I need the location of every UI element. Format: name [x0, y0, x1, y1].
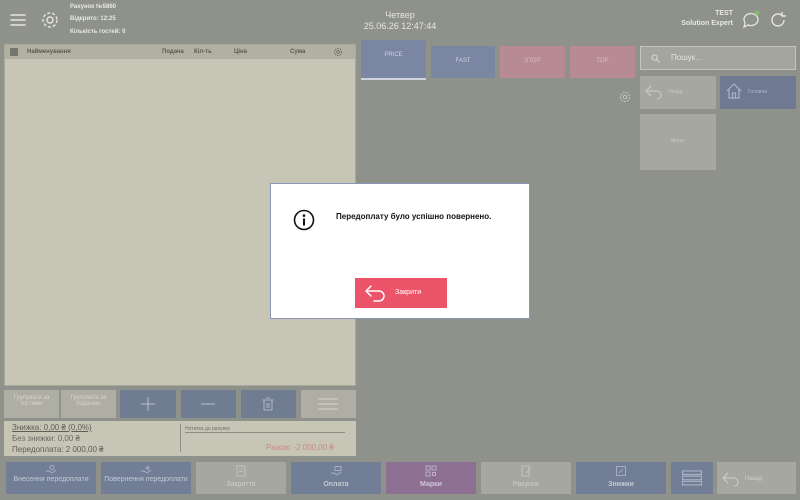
order-table-header: Найменування Подача Кіл-ть Ціна Сума: [5, 45, 355, 59]
tab-fast[interactable]: FAST: [431, 46, 495, 78]
hamburger-menu-icon[interactable]: [8, 10, 28, 30]
back-arrow-icon: [645, 84, 663, 100]
back-return-icon: [722, 471, 740, 487]
close-dialog-label: Закрити: [395, 289, 422, 296]
marks-label: Марки: [420, 481, 442, 488]
receipt-note-field[interactable]: Нотатка до рахунку: [185, 426, 345, 433]
order-summary: Знижка: 0,00 ₴ (0,0%) Без знижки: 0,00 ₴…: [4, 421, 356, 456]
refresh-icon[interactable]: [767, 9, 789, 31]
menu-settings-icon[interactable]: [618, 90, 632, 104]
dialog-message: Передоплату було успішно повернено.: [336, 212, 492, 221]
current-datetime: 25.06.26 12:47:44: [363, 21, 437, 31]
deposit-prepayment-button[interactable]: Внесення передоплати: [6, 462, 96, 494]
group-by-serving-button[interactable]: Групувати за подачею: [61, 390, 116, 418]
prepayment-info: Передоплата: 2 000,00 ₴: [12, 445, 104, 454]
tab-top[interactable]: TOP: [570, 46, 635, 78]
company-name: Solution Expert: [681, 20, 733, 27]
tile-menu[interactable]: Меню: [640, 114, 716, 170]
top-bar: Рахунок №5860 Відкрито: 12:25 Кількість …: [0, 0, 800, 40]
summary-divider: [180, 424, 181, 452]
column-name: Найменування: [27, 49, 71, 55]
column-quantity: Кіл-ть: [194, 49, 212, 55]
home-icon: [725, 82, 743, 100]
select-all-checkbox[interactable]: [10, 48, 18, 56]
hand-return-icon: [140, 464, 152, 476]
close-return-arrow-icon: [364, 284, 386, 302]
order-total: Разом: -2 000,00 ₴: [266, 443, 334, 452]
close-dialog-button[interactable]: Закрити: [355, 278, 447, 308]
tile-menu-label: Меню: [671, 138, 685, 144]
column-price: Ціна: [234, 49, 248, 55]
back-button[interactable]: Назад: [717, 462, 796, 494]
more-actions-button[interactable]: [301, 390, 356, 418]
marks-button[interactable]: Марки: [386, 462, 476, 494]
discount-tag-icon: [615, 465, 627, 477]
qr-code-icon: [425, 465, 437, 477]
tile-back[interactable]: Назад: [640, 76, 716, 109]
order-list-button[interactable]: [671, 462, 713, 494]
without-discount-info: Без знижки: 0,00 ₴: [12, 434, 80, 443]
return-prepayment-button[interactable]: Повернення передоплати: [101, 462, 191, 494]
deposit-prepayment-label: Внесення передоплати: [13, 476, 89, 483]
settle-button[interactable]: Закриття: [196, 462, 286, 494]
group-by-guests-button[interactable]: Групувати за гостями: [4, 390, 59, 418]
opened-time: Відкрито: 12:25: [70, 16, 116, 22]
remove-item-button[interactable]: [181, 390, 236, 418]
payment-button[interactable]: Оплата: [291, 462, 381, 494]
active-tab-indicator: [361, 78, 426, 80]
discounts-label: Знижки: [608, 481, 634, 488]
gear-icon[interactable]: [39, 9, 61, 31]
list-lines-icon: [682, 470, 702, 486]
tile-back-label: Назад: [668, 89, 683, 95]
receipt-icon: [235, 465, 247, 477]
plus-icon: [140, 396, 156, 412]
discounts-button[interactable]: Знижки: [576, 462, 666, 494]
user-name: TEST: [715, 10, 733, 17]
back-label: Назад: [745, 476, 763, 482]
settle-label: Закриття: [226, 481, 256, 488]
receipt-label: Рахунок: [512, 481, 540, 488]
discount-info[interactable]: Знижка: 0,00 ₴ (0,0%): [12, 423, 92, 432]
hand-coin-icon: [45, 464, 57, 476]
search-placeholder: Пошук...: [671, 53, 702, 62]
minus-icon: [200, 396, 216, 412]
payment-label: Оплата: [323, 481, 349, 488]
column-serving: Подача: [162, 49, 184, 55]
table-settings-icon[interactable]: [333, 47, 343, 57]
weekday: Четвер: [385, 10, 415, 20]
receipt-button[interactable]: Рахунок: [481, 462, 571, 494]
receipt-number: Рахунок №5860: [70, 4, 117, 10]
tab-price[interactable]: PRICE: [361, 40, 426, 78]
search-icon: [651, 54, 660, 63]
add-item-button[interactable]: [120, 390, 176, 418]
tile-home-label: Головна: [748, 89, 767, 95]
chat-icon[interactable]: [740, 9, 762, 31]
payment-hand-icon: [330, 465, 342, 477]
tab-stop[interactable]: STOP: [500, 46, 565, 78]
trash-icon: [262, 397, 274, 411]
search-box[interactable]: Пошук...: [640, 46, 796, 70]
list-icon: [318, 397, 338, 411]
success-dialog: Передоплату було успішно повернено. Закр…: [270, 183, 530, 319]
info-icon: [293, 209, 315, 231]
column-sum: Сума: [290, 49, 306, 55]
tile-home[interactable]: Головна: [720, 76, 796, 109]
document-edit-icon: [520, 465, 532, 477]
guest-count: Кількість гостей: 0: [70, 29, 126, 35]
delete-item-button[interactable]: [241, 390, 296, 418]
return-prepayment-label: Повернення передоплати: [104, 476, 188, 483]
